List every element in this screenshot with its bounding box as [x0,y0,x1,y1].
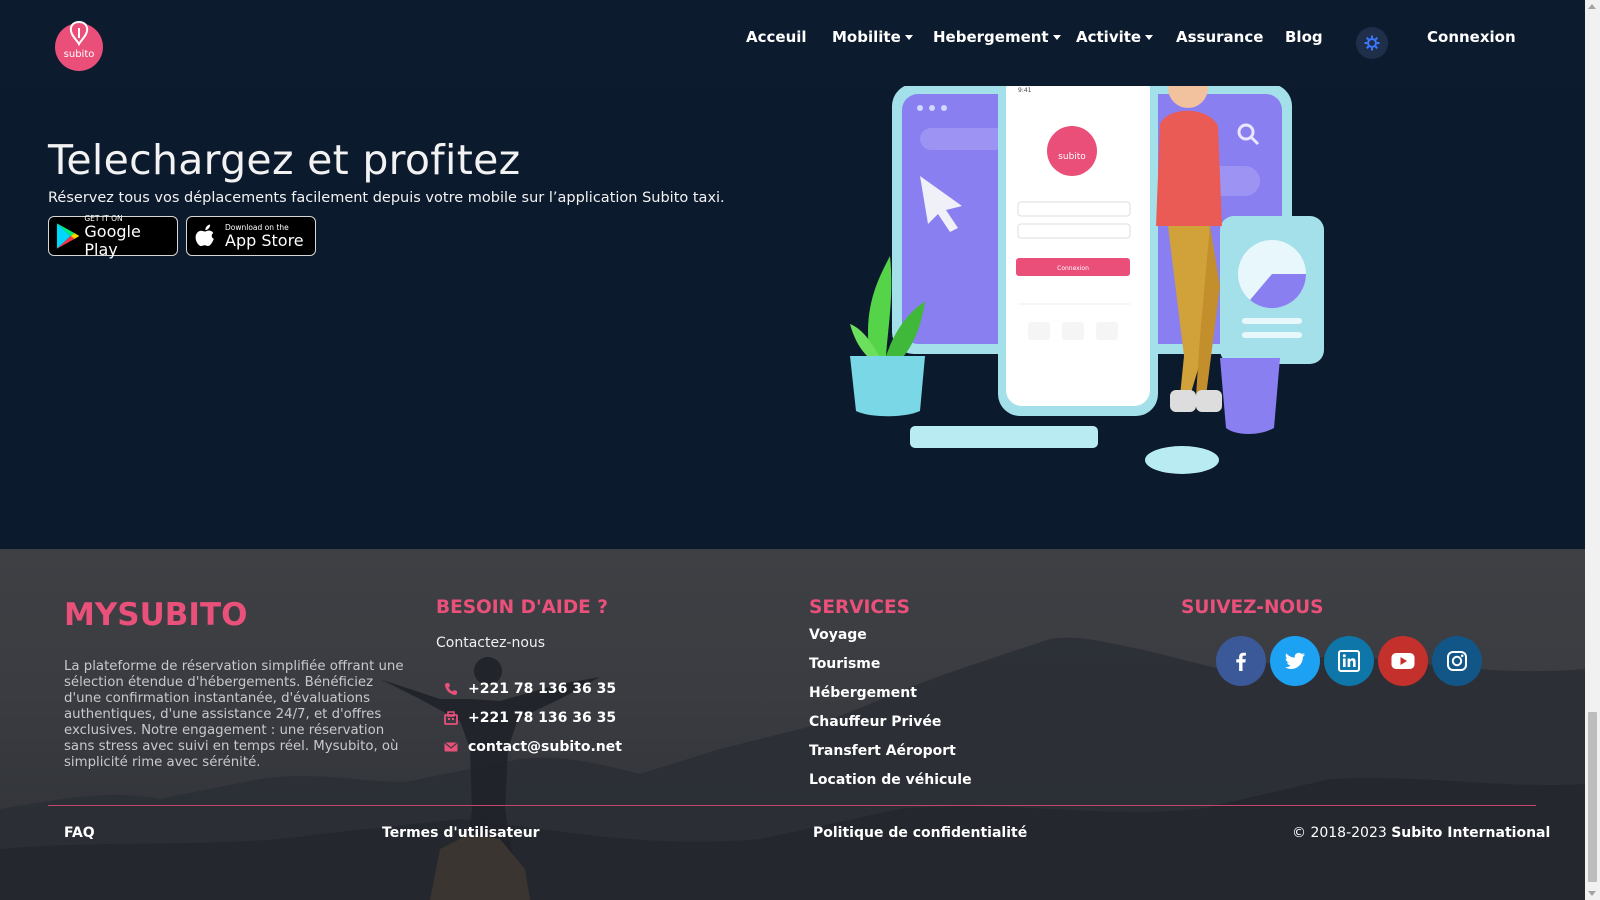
login-link[interactable]: Connexion [1427,28,1516,46]
chevron-down-icon [1145,35,1154,40]
nav-acceuil[interactable]: Acceuil [746,28,807,46]
email-address: contact@subito.net [468,739,622,755]
google-play-button[interactable]: GET IT ON Google Play [48,214,178,259]
instagram-icon [1447,651,1467,671]
google-play-icon [56,223,80,249]
brand-description: La plateforme de réservation simplifiée … [64,659,404,770]
hero-subtitle: Réservez tous vos déplacements facilemen… [48,190,725,206]
faq-link[interactable]: FAQ [64,825,95,841]
service-location[interactable]: Location de véhicule [809,772,972,788]
google-play-big-text: Google Play [84,221,141,259]
fax-icon [444,711,458,725]
svg-text:subito: subito [1058,152,1086,162]
envelope-icon [444,742,458,752]
linkedin-icon [1338,650,1360,672]
scroll-up-arrow-icon[interactable] [1588,4,1596,9]
hero-title: Telechargez et profitez [48,136,521,184]
logo-text: subito [64,49,95,60]
subito-logo[interactable]: subito [54,14,104,72]
chevron-down-icon [904,35,913,40]
scroll-thumb[interactable] [1588,712,1597,882]
linkedin-button[interactable] [1324,636,1374,686]
nav-activite[interactable]: Activite [1076,28,1154,46]
youtube-icon [1391,653,1415,669]
contact-label: Contactez-nous [436,635,546,651]
help-title: BESOIN D'AIDE ? [436,597,608,618]
follow-title: SUIVEZ-NOUS [1181,597,1324,618]
app-store-button[interactable]: Download on the App Store [186,216,316,256]
navbar: subito Acceuil Mobilite Hebergement Acti… [0,0,1585,86]
email-contact[interactable]: contact@subito.net [444,737,622,757]
youtube-button[interactable] [1378,636,1428,686]
copyright: © 2018-2023 Subito International [1292,825,1550,841]
service-voyage[interactable]: Voyage [809,627,867,643]
scroll-down-arrow-icon[interactable] [1588,891,1596,896]
service-tourisme[interactable]: Tourisme [809,656,880,672]
nav-mobilite[interactable]: Mobilite [832,28,913,46]
service-hebergement[interactable]: Hébergement [809,685,917,701]
apple-icon [195,224,214,246]
gear-icon [1364,35,1380,51]
copyright-company: Subito International [1391,825,1551,841]
copyright-years: © 2018-2023 [1292,825,1387,841]
app-store-big-text: App Store [225,230,304,250]
phone-icon [445,683,457,695]
terms-link[interactable]: Termes d'utilisateur [382,825,540,841]
svg-text:Connexion: Connexion [1057,265,1089,272]
service-chauffeur[interactable]: Chauffeur Privée [809,714,941,730]
facebook-icon [1236,652,1246,671]
fax-contact[interactable]: +221 78 136 36 35 [444,708,616,728]
facebook-button[interactable] [1216,636,1266,686]
page-scrollbar[interactable] [1585,0,1600,900]
svg-text:9:41: 9:41 [1018,87,1032,94]
service-transfert[interactable]: Transfert Aéroport [809,743,956,759]
nav-blog[interactable]: Blog [1285,28,1323,46]
brand-title: MYSUBITO [64,597,248,633]
privacy-link[interactable]: Politique de confidentialité [813,825,1027,841]
app-illustration: 9:41 subito Connexion [850,56,1340,486]
phone-contact[interactable]: +221 78 136 36 35 [444,679,616,699]
nav-assurance[interactable]: Assurance [1176,28,1263,46]
footer-divider [48,805,1536,806]
instagram-button[interactable] [1432,636,1482,686]
theme-toggle-button[interactable] [1356,27,1388,59]
fax-number: +221 78 136 36 35 [468,710,617,726]
services-title: SERVICES [809,597,910,618]
phone-number: +221 78 136 36 35 [468,681,617,697]
footer: MYSUBITO La plateforme de réservation si… [0,549,1585,900]
twitter-button[interactable] [1270,636,1320,686]
twitter-icon [1284,652,1305,669]
chevron-down-icon [1052,35,1061,40]
nav-hebergement[interactable]: Hebergement [933,28,1061,46]
